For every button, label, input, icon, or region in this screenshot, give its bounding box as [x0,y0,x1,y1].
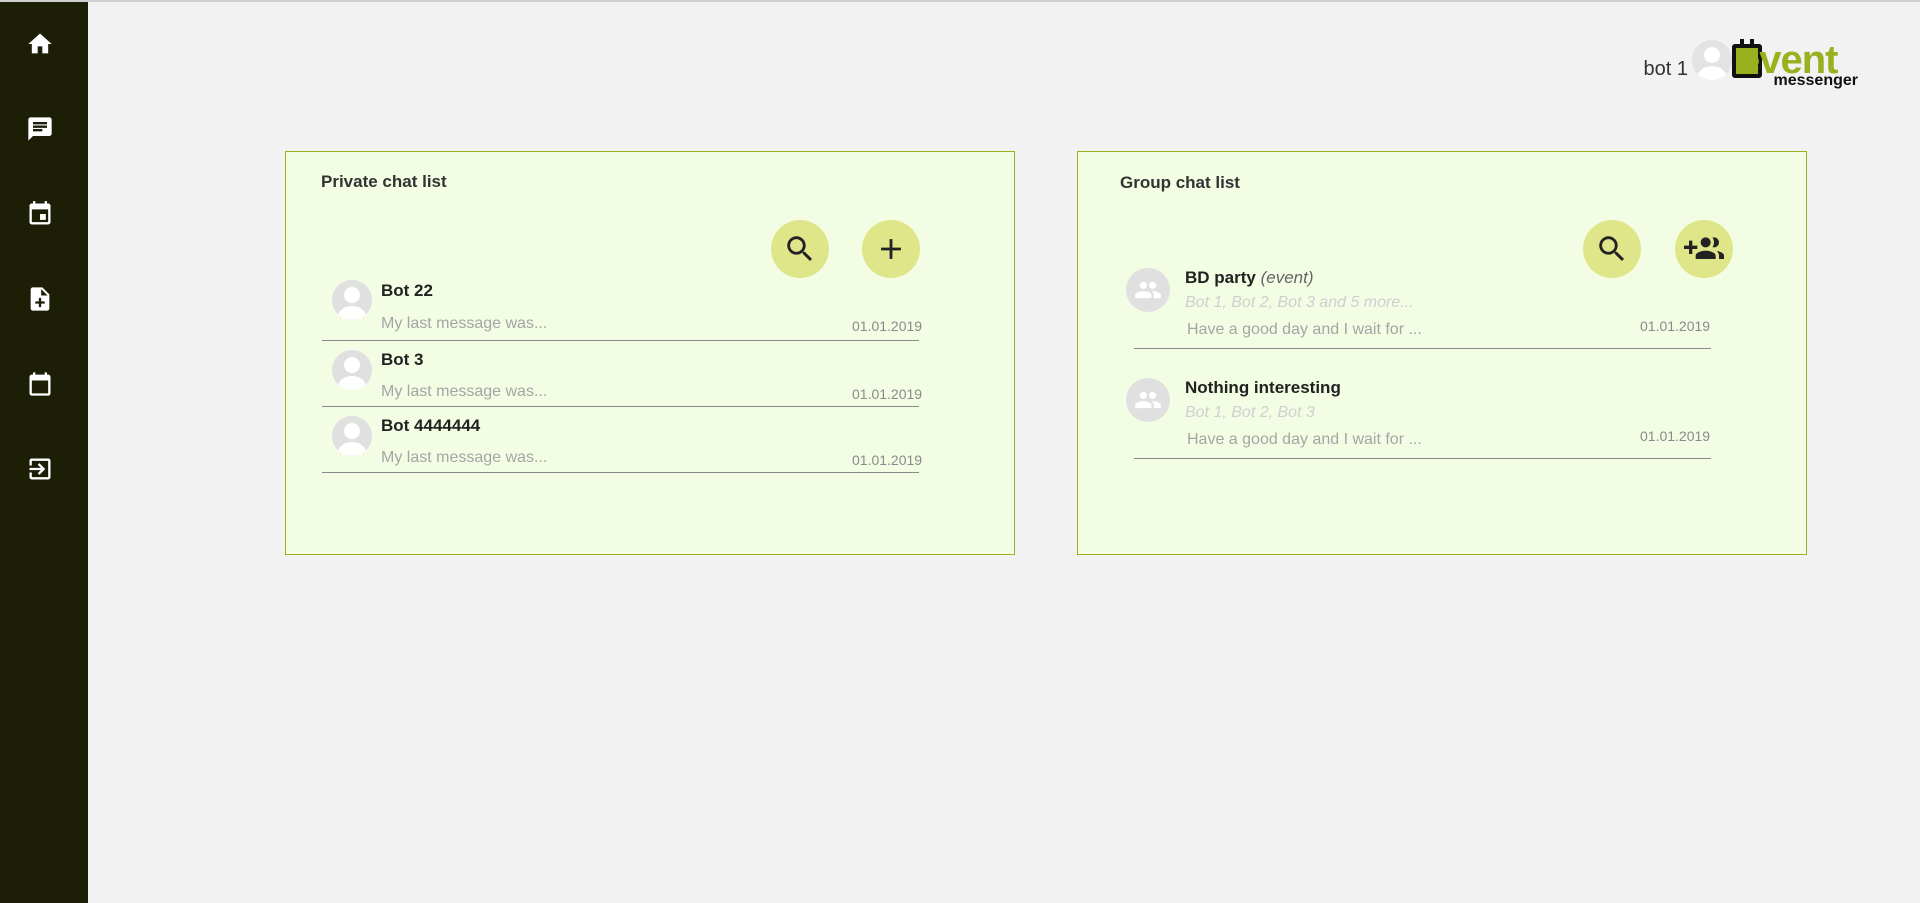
chat-date: 01.01.2019 [852,386,923,402]
divider [322,472,919,473]
chat-icon [28,117,52,141]
chat-last-message: Have a good day and I wait for ... [1187,321,1422,338]
chat-date: 01.01.2019 [1640,428,1711,444]
list-item[interactable]: BD party (event) Bot 1, Bot 2, Bot 3 and… [1078,152,1808,352]
chat-last-message: Have a good day and I wait for ... [1187,431,1422,448]
divider [1134,348,1711,349]
chat-date: 01.01.2019 [852,452,923,468]
chat-last-message: My last message was... [381,315,548,332]
avatar [332,350,372,390]
list-item[interactable]: Bot 3 My last message was... 01.01.2019 [286,342,1016,408]
avatar [1126,378,1170,422]
divider [322,406,919,407]
logo-subtitle: messenger [1773,72,1859,89]
group-icon [1135,281,1161,299]
user-avatar[interactable] [1692,40,1732,80]
group-chat-panel: Group chat list BD party (event) Bot 1, … [1077,151,1807,555]
sidebar-item-chats[interactable] [24,113,56,145]
chat-date: 01.01.2019 [852,318,923,334]
chat-name: Bot 22 [381,281,433,300]
person-icon [1697,47,1727,80]
logout-icon [29,458,51,480]
event-icon [29,201,51,225]
list-item[interactable]: Bot 22 My last message was... 01.01.2019 [286,152,1016,342]
sidebar [0,2,88,903]
list-item[interactable]: Nothing interesting Bot 1, Bot 2, Bot 3 … [1078,352,1808,462]
avatar [332,416,372,456]
current-user-name: bot 1 [1643,58,1688,80]
list-item[interactable]: Bot 4444444 My last message was... 01.01… [286,408,1016,474]
person-icon [337,357,367,390]
group-name: BD party [1185,268,1256,287]
chat-date: 01.01.2019 [1640,318,1711,334]
person-icon [337,287,367,320]
chat-name: Nothing interesting [1185,378,1341,397]
chat-name: Bot 4444444 [381,416,481,435]
chat-last-message: My last message was... [381,383,548,400]
chat-name: Bot 3 [381,350,424,369]
sidebar-item-calendar[interactable] [24,368,56,400]
divider [322,340,919,341]
app-logo: event messenger [1732,38,1858,94]
home-icon [28,33,52,54]
group-icon [1135,391,1161,409]
add-document-icon [30,287,50,311]
sidebar-item-home[interactable] [24,28,56,60]
avatar [332,280,372,320]
group-members: Bot 1, Bot 2, Bot 3 and 5 more... [1185,294,1414,311]
event-tag: (event) [1260,268,1314,287]
group-members: Bot 1, Bot 2, Bot 3 [1185,404,1315,421]
avatar [1126,268,1170,312]
divider [1134,458,1711,459]
sidebar-item-new-document[interactable] [24,283,56,315]
sidebar-item-events[interactable] [24,198,56,230]
person-icon [337,423,367,456]
chat-last-message: My last message was... [381,449,548,466]
private-chat-panel: Private chat list Bot 22 My last message… [285,151,1015,555]
sidebar-item-logout[interactable] [24,453,56,485]
calendar-icon [29,372,51,396]
chat-name: BD party (event) [1185,268,1314,288]
top-border [0,0,1920,2]
